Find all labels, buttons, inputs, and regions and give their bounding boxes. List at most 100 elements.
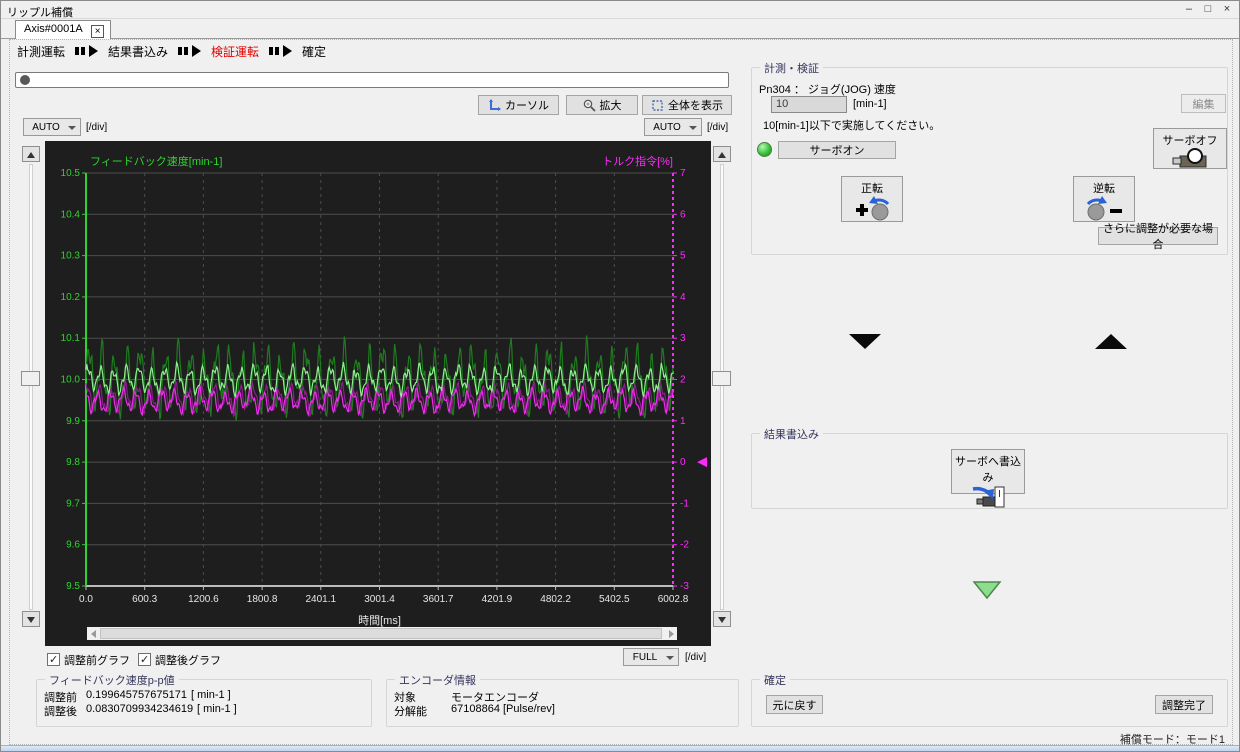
svg-text:-3: -3: [680, 581, 689, 592]
bottom-scale-dropdown[interactable]: FULL: [623, 648, 679, 666]
measure-verify-title: 計測・検証: [760, 60, 823, 76]
svg-text:0.0: 0.0: [79, 594, 93, 605]
encoder-resolution-value: 67108864 [Pulse/rev]: [451, 703, 555, 715]
breadcrumb: 計測運転 結果書込み 検証運転 確定: [17, 43, 326, 59]
waveform-chart[interactable]: 10.5 10.4 10.3 10.2 10.1 10.0 9.9 9.8 9.7 9.6 9.5 7…: [45, 141, 711, 646]
svg-text:4201.9: 4201.9: [482, 594, 513, 605]
svg-text:10.3: 10.3: [61, 251, 81, 262]
cursor-button[interactable]: カーソル: [478, 95, 559, 115]
progress-indicator-dot: [20, 75, 30, 85]
flow-down-arrow-icon: [849, 334, 881, 349]
right-scale-unit: [/div]: [707, 122, 729, 133]
scroll-left-icon[interactable]: [87, 627, 100, 640]
slider-track[interactable]: [720, 164, 724, 610]
ripple-compensation-window: リップル補償 – □ × Axis#0001A × 計測運転 結果書込み 検証運…: [0, 0, 1240, 752]
step-arrow-icon: [75, 45, 99, 57]
flow-green-arrow-icon: [972, 581, 1002, 600]
fit-view-icon: [652, 99, 663, 111]
slider-up-icon[interactable]: [22, 146, 40, 162]
step-arrow-icon: [269, 45, 293, 57]
slider-up-icon[interactable]: [713, 146, 731, 162]
cursor-axes-icon: [489, 98, 501, 111]
jog-speed-input[interactable]: 10: [771, 96, 847, 113]
chart-hscrollbar[interactable]: [87, 627, 677, 640]
scroll-right-icon[interactable]: [664, 627, 677, 640]
svg-text:600.3: 600.3: [132, 594, 157, 605]
write-to-servo-button[interactable]: サーボへ書込み: [951, 449, 1025, 508]
pp-before-value: 0.199645757675171: [86, 689, 187, 701]
flow-up-arrow-icon: [1095, 334, 1127, 349]
slider-down-icon[interactable]: [713, 611, 731, 627]
svg-text:1: 1: [680, 416, 686, 427]
svg-text:9.8: 9.8: [66, 457, 80, 468]
svg-text:1800.8: 1800.8: [247, 594, 278, 605]
adjust-complete-button[interactable]: 調整完了: [1155, 695, 1213, 714]
svg-text:9.7: 9.7: [66, 498, 80, 509]
svg-text:10.4: 10.4: [61, 209, 81, 220]
right-scale-dropdown[interactable]: AUTO: [644, 118, 702, 136]
servo-status-led: [757, 142, 772, 157]
minimize-button[interactable]: –: [1181, 3, 1197, 15]
show-all-button[interactable]: 全体を表示: [642, 95, 732, 115]
pre-graph-label: 調整前グラフ: [64, 655, 130, 667]
svg-text:2401.1: 2401.1: [306, 594, 337, 605]
svg-text:-2: -2: [680, 540, 689, 551]
slider-thumb[interactable]: [21, 371, 40, 386]
jog-speed-unit: [min-1]: [853, 98, 887, 110]
svg-text:3601.7: 3601.7: [423, 594, 454, 605]
step-verify-run: 検証運転: [211, 44, 260, 59]
jog-speed-note: 10[min-1]以下で実施してください。: [763, 120, 941, 132]
title-bar: リップル補償 – □ ×: [1, 1, 1239, 19]
svg-text:10.0: 10.0: [61, 375, 81, 386]
encoder-info-title: エンコーダ情報: [395, 672, 480, 688]
maximize-button[interactable]: □: [1200, 3, 1216, 15]
svg-text:10.1: 10.1: [61, 333, 81, 344]
reverse-rotation-icon: [1086, 196, 1122, 221]
graph-legend-row: 調整前グラフ 調整後グラフ: [47, 652, 221, 668]
slider-track[interactable]: [29, 164, 33, 610]
undo-button[interactable]: 元に戻す: [766, 695, 823, 714]
motor-icon: [1172, 148, 1207, 168]
svg-text:10.5: 10.5: [61, 168, 81, 179]
further-adjust-button[interactable]: さらに調整が必要な場合: [1098, 223, 1218, 251]
step-confirm: 確定: [302, 44, 327, 59]
step-arrow-icon: [178, 45, 202, 57]
svg-text:時間[ms]: 時間[ms]: [358, 614, 401, 627]
window-bottom-edge: [1, 745, 1239, 751]
slider-thumb[interactable]: [712, 371, 731, 386]
forward-run-button[interactable]: 正転: [841, 176, 903, 222]
magnifier-icon: [583, 99, 596, 112]
edit-button[interactable]: 編集: [1181, 94, 1226, 113]
pp-after-label: 調整後: [44, 706, 77, 718]
step-measure-run: 計測運転: [17, 44, 66, 59]
servo-off-button[interactable]: サーボオフ: [1153, 128, 1227, 169]
svg-text:3001.4: 3001.4: [364, 594, 395, 605]
bottom-scale-unit: [/div]: [685, 652, 707, 663]
confirm-title: 確定: [760, 672, 790, 688]
window-title: リップル補償: [7, 7, 73, 19]
svg-text:2: 2: [680, 375, 686, 386]
pp-after-value: 0.0830709934234619: [86, 703, 194, 715]
left-scale-unit: [/div]: [86, 122, 108, 133]
checkbox-post-graph[interactable]: [138, 653, 151, 666]
encoder-resolution-label: 分解能: [394, 706, 427, 718]
left-scale-dropdown[interactable]: AUTO: [23, 118, 81, 136]
slider-down-icon[interactable]: [22, 611, 40, 627]
write-result-title: 結果書込み: [760, 426, 823, 442]
tab-axis0001a[interactable]: Axis#0001A ×: [15, 20, 112, 39]
reverse-run-button[interactable]: 逆転: [1073, 176, 1135, 222]
pp-value-title: フィードバック速度p-p値: [45, 672, 179, 688]
write-to-servo-icon: [972, 486, 1005, 508]
servo-on-button[interactable]: サーボオン: [778, 141, 896, 159]
tab-close-icon[interactable]: ×: [91, 25, 105, 38]
close-button[interactable]: ×: [1219, 3, 1235, 15]
svg-text:5402.5: 5402.5: [599, 594, 630, 605]
encoder-info-group: エンコーダ情報: [386, 672, 739, 727]
svg-text:1200.6: 1200.6: [188, 594, 219, 605]
progress-bar: [15, 72, 729, 88]
tab-strip: Axis#0001A ×: [1, 20, 1239, 39]
hscroll-thumb[interactable]: [100, 628, 662, 639]
zoom-button[interactable]: 拡大: [566, 95, 638, 115]
svg-text:5: 5: [680, 251, 686, 262]
checkbox-pre-graph[interactable]: [47, 653, 60, 666]
